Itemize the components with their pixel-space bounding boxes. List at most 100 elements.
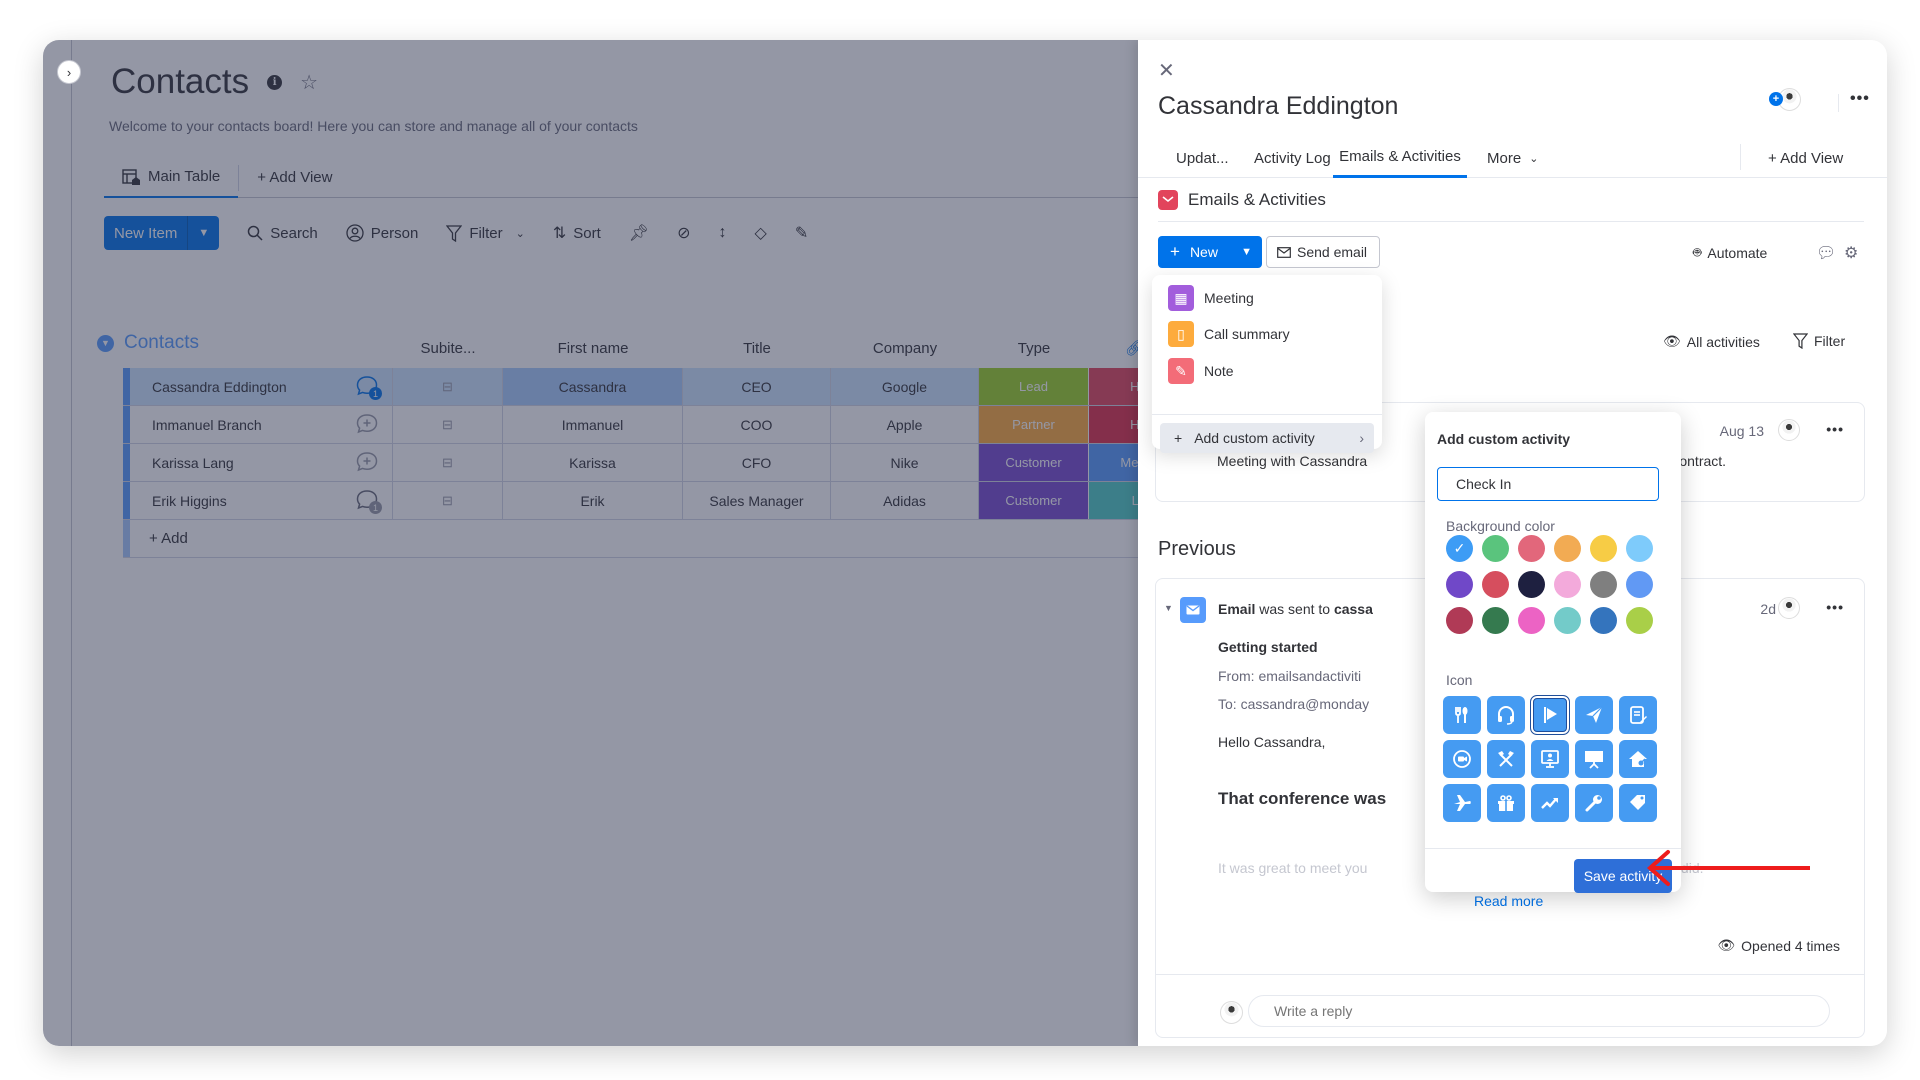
color-swatch[interactable] (1626, 535, 1653, 562)
color-swatch[interactable] (1518, 571, 1545, 598)
subscribers[interactable]: + (1769, 88, 1803, 114)
chevron-down-icon: ⌄ (1529, 152, 1539, 165)
add-view-button[interactable]: + Add View (1768, 138, 1843, 178)
avatar (1778, 597, 1800, 619)
collapse-caret-icon[interactable]: ▼ (1164, 603, 1173, 613)
color-swatch[interactable] (1482, 571, 1509, 598)
icon-option[interactable] (1531, 740, 1569, 778)
divider (1838, 94, 1839, 112)
tab-activity-log[interactable]: Activity Log (1254, 138, 1331, 178)
envelope-icon (1180, 597, 1206, 623)
trend-up-icon (1541, 798, 1558, 809)
checkmark-icon: ✓ (1453, 540, 1466, 556)
more-options-icon[interactable]: ••• (1826, 599, 1844, 615)
icon-option[interactable] (1487, 696, 1525, 734)
color-swatch[interactable] (1554, 571, 1581, 598)
add-custom-activity-item[interactable]: + Add custom activity › (1160, 423, 1374, 453)
icon-option[interactable] (1443, 740, 1481, 778)
close-icon[interactable]: ✕ (1158, 58, 1175, 83)
menu-item-label: Meeting (1204, 290, 1254, 306)
email-subject: Getting started (1218, 639, 1318, 655)
divider (1158, 221, 1864, 222)
menu-item-note[interactable]: ✎ Note (1168, 358, 1234, 384)
icon-option[interactable] (1530, 695, 1570, 735)
activity-date: Aug 13 (1719, 423, 1764, 439)
icon-option[interactable] (1619, 740, 1657, 778)
icon-option[interactable] (1487, 784, 1525, 822)
color-swatch[interactable] (1590, 535, 1617, 562)
utensils-icon (1455, 707, 1468, 723)
item-title[interactable]: Cassandra Eddington (1158, 92, 1398, 121)
add-subscriber-icon[interactable]: + (1769, 92, 1783, 106)
activity-name-input[interactable] (1437, 467, 1659, 501)
send-email-button[interactable]: Send email (1266, 236, 1380, 268)
chevron-down-icon[interactable]: ▼ (1241, 246, 1262, 258)
activity-text: Meeting with Cassandra (1217, 453, 1368, 469)
monitor-user-icon (1541, 750, 1559, 768)
feedback-icon[interactable]: 💬︎ (1816, 243, 1836, 263)
menu-item-label: Call summary (1204, 326, 1290, 342)
icon-option[interactable] (1531, 784, 1569, 822)
email-prefix: Email (1218, 601, 1256, 617)
presentation-icon (1585, 751, 1603, 769)
more-options-icon[interactable]: ••• (1826, 421, 1844, 437)
email-greeting: Hello Cassandra, (1218, 734, 1326, 750)
activity-filter-button[interactable]: Filter (1793, 333, 1845, 349)
tab-more[interactable]: More ⌄ (1487, 138, 1538, 178)
tag-icon (1630, 795, 1645, 810)
icon-label: Icon (1446, 672, 1473, 688)
icon-option[interactable] (1443, 784, 1481, 822)
color-swatch[interactable] (1446, 571, 1473, 598)
color-swatch[interactable] (1554, 535, 1581, 562)
wrench-icon (1585, 795, 1602, 812)
all-activities-button[interactable]: 👁︎ All activities (1663, 333, 1760, 350)
opened-label: Opened 4 times (1741, 937, 1840, 954)
color-swatch[interactable] (1626, 571, 1653, 598)
background-color-label: Background color (1446, 518, 1555, 534)
flag-icon (1544, 707, 1557, 723)
menu-item-label: Note (1204, 363, 1234, 379)
color-swatch[interactable] (1482, 535, 1509, 562)
reply-input[interactable] (1248, 995, 1830, 1027)
more-options-icon[interactable]: ••• (1850, 90, 1870, 108)
icon-option[interactable] (1575, 740, 1613, 778)
gear-icon[interactable]: ⚙ (1844, 243, 1858, 263)
tab-emails-activities[interactable]: Emails & Activities (1333, 138, 1467, 178)
plus-icon: + (1174, 430, 1183, 446)
icon-option[interactable] (1487, 740, 1525, 778)
envelope-icon (1277, 246, 1291, 258)
icon-option[interactable] (1619, 784, 1657, 822)
menu-item-meeting[interactable]: ▦ Meeting (1168, 285, 1254, 311)
expand-sidebar-button[interactable]: › (57, 60, 81, 84)
color-swatch[interactable] (1626, 607, 1653, 634)
color-swatch[interactable] (1518, 607, 1545, 634)
color-swatch[interactable] (1590, 571, 1617, 598)
new-activity-button[interactable]: + New ▼ (1158, 236, 1262, 268)
color-swatch[interactable] (1554, 607, 1581, 634)
board-dim-overlay[interactable] (43, 40, 1143, 1046)
color-swatch[interactable]: ✓ (1446, 535, 1473, 562)
paper-plane-icon (1586, 706, 1603, 723)
color-swatch[interactable] (1446, 607, 1473, 634)
icon-picker (1443, 695, 1657, 822)
video-camera-icon (1453, 750, 1471, 768)
headset-icon (1498, 706, 1514, 725)
send-email-label: Send email (1297, 244, 1368, 260)
app-window: › Contacts i ☆ Welcome to your contacts … (43, 40, 1887, 1046)
email-from: From: emailsandactiviti (1218, 668, 1362, 684)
automate-button[interactable]: 🤖︎ Automate (1693, 243, 1767, 263)
calendar-icon: ▦ (1168, 285, 1194, 311)
annotation-arrow-icon (1646, 850, 1810, 886)
color-swatch[interactable] (1518, 535, 1545, 562)
icon-option[interactable] (1443, 696, 1481, 734)
menu-item-call-summary[interactable]: ▯ Call summary (1168, 321, 1290, 347)
icon-option[interactable] (1575, 784, 1613, 822)
color-swatch[interactable] (1482, 607, 1509, 634)
tab-updates[interactable]: Updat... (1176, 138, 1229, 178)
icon-option[interactable] (1619, 696, 1657, 734)
icon-option[interactable] (1575, 696, 1613, 734)
avatar (1220, 1001, 1243, 1024)
read-more-link[interactable]: Read more (1474, 893, 1543, 909)
eye-icon: 👁︎ (1717, 937, 1736, 953)
color-swatch[interactable] (1590, 607, 1617, 634)
